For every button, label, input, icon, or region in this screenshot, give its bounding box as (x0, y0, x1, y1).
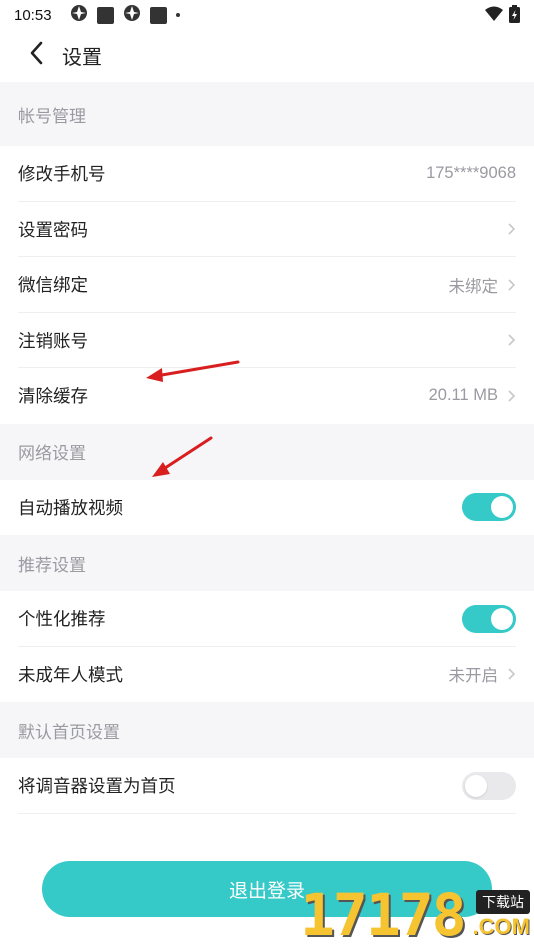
minor-mode-status-value: 未开启 (448, 667, 499, 686)
row-label: 未成年人模式 (18, 664, 123, 685)
toggle-knob (465, 774, 487, 797)
section-header-default-home: 默认首页设置 (0, 702, 534, 758)
chevron-right-icon (506, 389, 516, 403)
row-label: 修改手机号 (18, 164, 106, 185)
row-label: 微信绑定 (18, 275, 88, 296)
dot-icon (175, 13, 180, 17)
personalized-toggle[interactable] (462, 604, 516, 633)
row-label: 注销账号 (18, 330, 88, 351)
chevron-left-icon (29, 41, 43, 70)
row-clear-cache[interactable]: 清除缓存 20.11 MB (0, 368, 534, 424)
row-minor-mode[interactable]: 未成年人模式 未开启 (0, 646, 534, 702)
row-wechat-binding[interactable]: 微信绑定 未绑定 (0, 257, 534, 313)
back-button[interactable] (16, 35, 56, 75)
watermark-number: 17178 (300, 881, 467, 949)
autoplay-toggle[interactable] (462, 493, 516, 522)
page-title: 设置 (62, 46, 102, 69)
toggle-knob (491, 496, 513, 519)
row-label: 清除缓存 (18, 386, 88, 407)
row-label: 设置密码 (18, 219, 88, 240)
toggle-knob (491, 607, 513, 630)
row-delete-account[interactable]: 注销账号 (0, 312, 534, 368)
tuner-home-toggle[interactable] (462, 771, 516, 800)
watermark-logo: 17178 下载站 .COM (300, 882, 530, 948)
header: 设置 (0, 30, 534, 80)
app-icon (123, 4, 141, 26)
watermark-badge: 下载站 (476, 890, 530, 914)
status-bar: 10:53 (0, 0, 534, 30)
section-header-account: 帐号管理 (0, 82, 534, 146)
app-icon (70, 4, 88, 26)
status-time: 10:53 (14, 6, 52, 24)
chevron-right-icon (506, 667, 516, 681)
row-change-phone[interactable]: 修改手机号 175****9068 (0, 146, 534, 202)
chevron-right-icon (506, 222, 516, 236)
settings-list: 帐号管理 修改手机号 175****9068 设置密码 微信绑定 未绑定 注销账… (0, 82, 534, 814)
watermark-suffix: .COM (472, 914, 530, 939)
square-icon (96, 6, 114, 24)
phone-number-value: 175****9068 (426, 164, 516, 183)
wifi-icon (485, 6, 503, 26)
section-header-network: 网络设置 (0, 423, 534, 480)
wechat-status-value: 未绑定 (448, 277, 499, 296)
row-personalized-recommend: 个性化推荐 (0, 591, 534, 647)
row-label: 将调音器设置为首页 (18, 776, 176, 797)
square-icon (149, 6, 167, 24)
cache-size-value: 20.11 MB (428, 386, 498, 405)
row-set-password[interactable]: 设置密码 (0, 201, 534, 257)
battery-icon (509, 5, 520, 27)
row-autoplay-video: 自动播放视频 (0, 479, 534, 535)
chevron-right-icon (506, 333, 516, 347)
row-label: 自动播放视频 (18, 497, 123, 518)
chevron-right-icon (506, 278, 516, 292)
row-label: 个性化推荐 (18, 609, 106, 630)
section-header-recommend: 推荐设置 (0, 535, 534, 591)
row-tuner-as-home: 将调音器设置为首页 (0, 758, 534, 814)
